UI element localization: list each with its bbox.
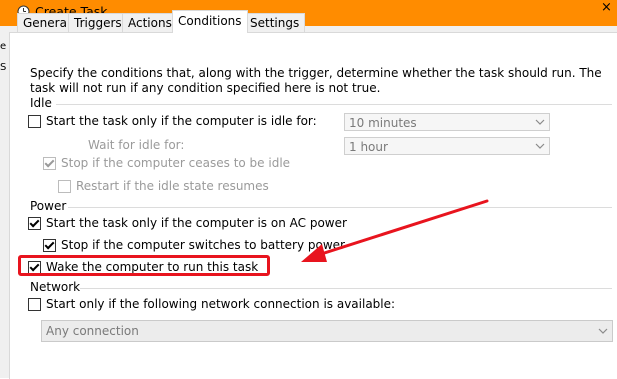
tab-conditions[interactable]: Conditions (172, 10, 248, 33)
annotation-arrow-icon (301, 199, 489, 262)
